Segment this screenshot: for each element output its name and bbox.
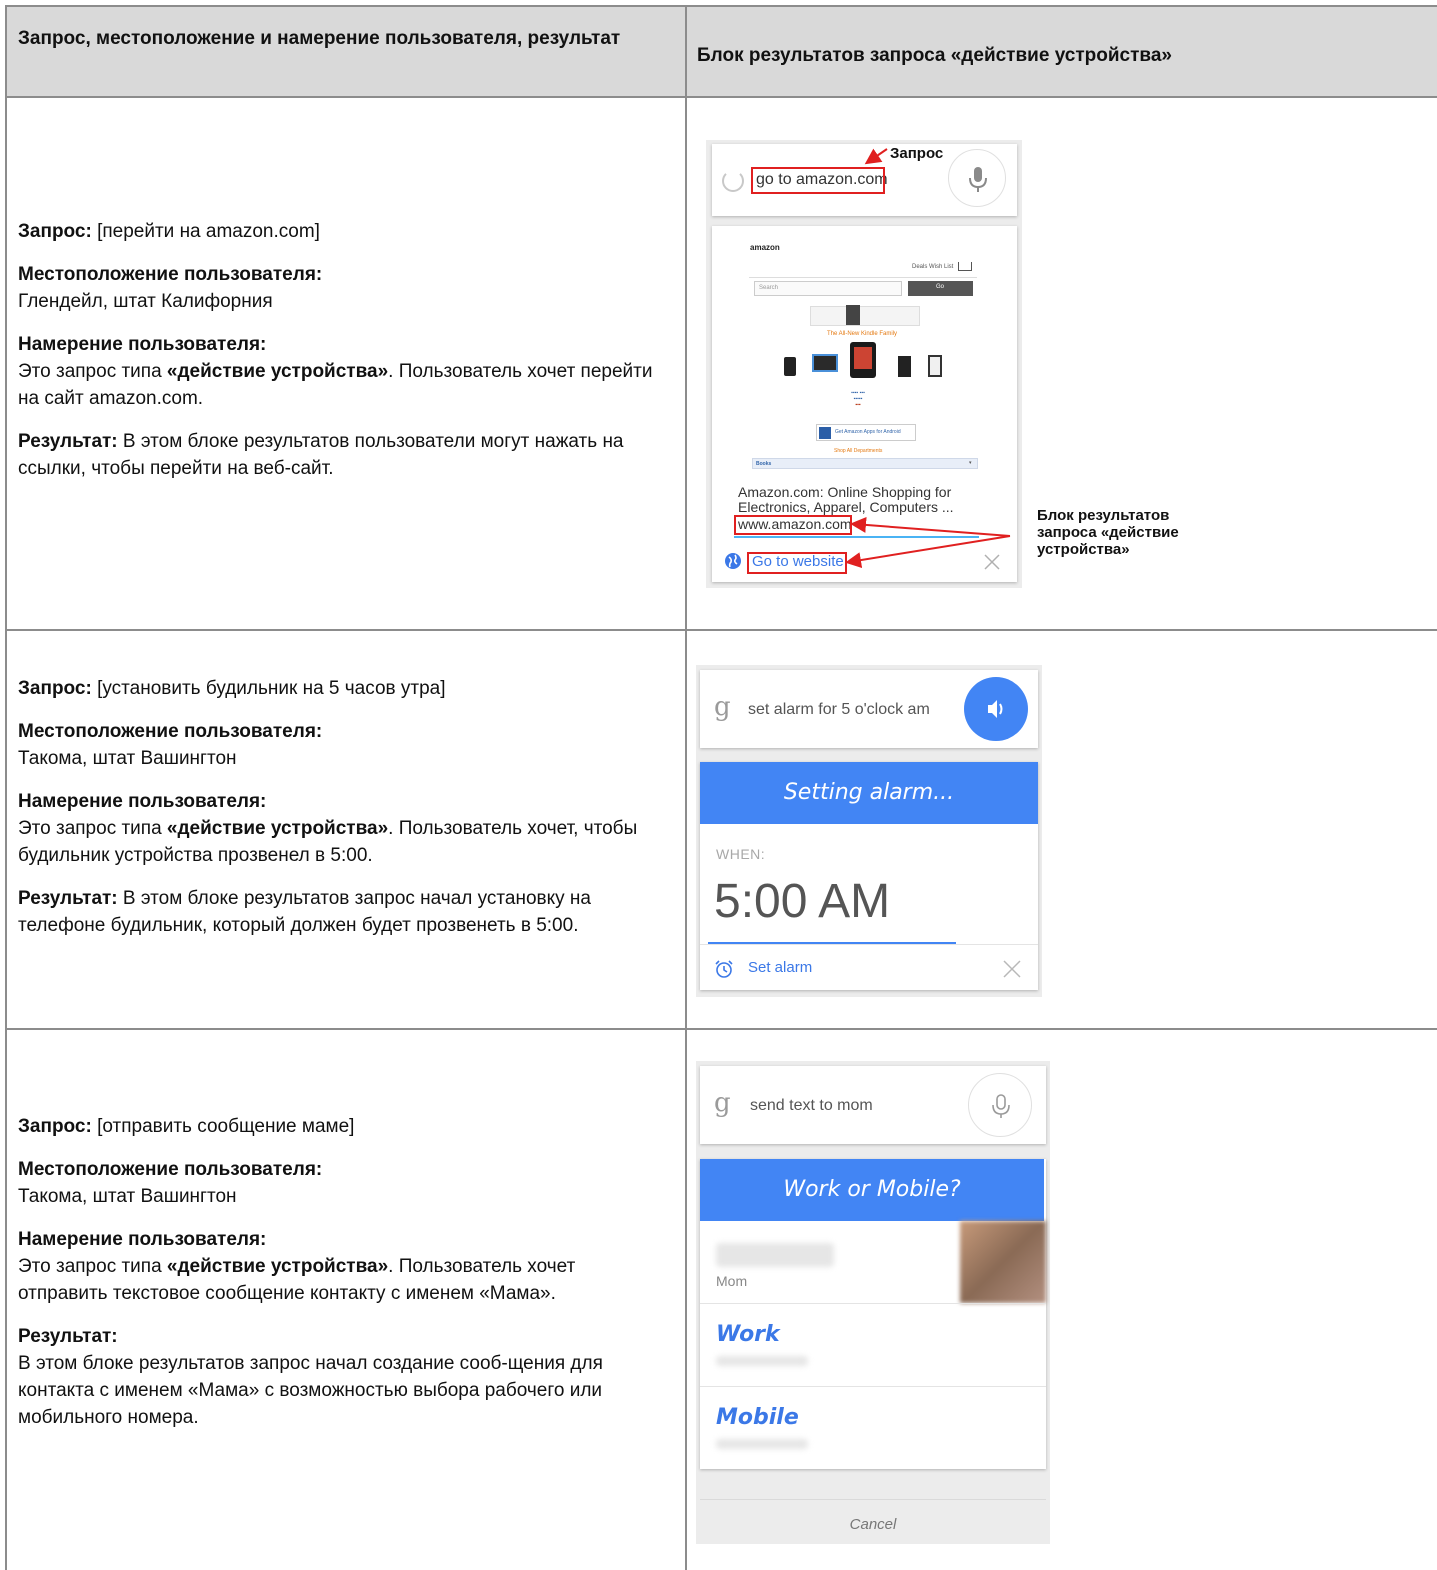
query-value: [отправить сообщение маме] [97, 1116, 355, 1137]
location-value: Глендейл, штат Калифорния [18, 291, 273, 312]
guideline-table: Запрос, местоположение и намерение польз… [0, 0, 1437, 1570]
intent-type: «действие устройства» [166, 818, 389, 839]
query-text: send text to mom [750, 1097, 873, 1114]
row1-description: Запрос: [перейти на amazon.com] Местопол… [18, 218, 668, 498]
result-label: Результат: [18, 888, 118, 909]
mobile-number-blurred [716, 1439, 808, 1449]
header-col1: Запрос, местоположение и намерение польз… [18, 28, 621, 49]
location-label: Местоположение пользователя: [18, 1159, 323, 1180]
intent-label: Намерение пользователя: [18, 791, 267, 812]
block-annotation: Блок результатов запроса «действие устро… [1037, 507, 1179, 558]
row3-description: Запрос: [отправить сообщение маме] Место… [18, 1113, 668, 1447]
row2-intent: Намерение пользователя: Это запрос типа «… [18, 788, 668, 869]
intent-text: Это запрос типа [18, 818, 167, 839]
location-value: Такома, штат Вашингтон [18, 748, 237, 769]
intent-text: Это запрос типа [18, 361, 167, 382]
column-divider [685, 5, 687, 1570]
result-label: Результат: [18, 431, 118, 452]
status-banner: Setting alarm... [700, 762, 1038, 824]
mobile-option[interactable]: Mobile [700, 1387, 1046, 1469]
row3-location: Местоположение пользователя: Такома, штат… [18, 1156, 668, 1210]
row-divider [5, 629, 1437, 631]
row2-result: Результат: В этом блоке результатов запр… [18, 885, 668, 939]
query-value: [перейти на amazon.com] [97, 221, 320, 242]
alarm-clock-icon [715, 960, 733, 978]
contact-name-blurred [716, 1243, 834, 1267]
location-label: Местоположение пользователя: [18, 721, 323, 742]
row3-intent: Намерение пользователя: Это запрос типа «… [18, 1226, 668, 1307]
intent-label: Намерение пользователя: [18, 334, 267, 355]
row2-location: Местоположение пользователя: Такома, штат… [18, 718, 668, 772]
row1-query: Запрос: [перейти на amazon.com] [18, 218, 668, 245]
google-g-icon: g [714, 1088, 731, 1118]
query-value: [установить будильник на 5 часов утра] [97, 678, 446, 699]
work-label: Work [716, 1322, 780, 1347]
row2-description: Запрос: [установить будильник на 5 часов… [18, 675, 668, 955]
work-option[interactable]: Work [700, 1304, 1046, 1386]
speaker-icon [988, 700, 1003, 718]
location-label: Местоположение пользователя: [18, 264, 323, 285]
table-top-border [5, 5, 1437, 7]
microphone-icon [992, 1094, 1010, 1118]
result-value: В этом блоке результатов запрос начал со… [18, 1353, 603, 1428]
divider [700, 1499, 1046, 1500]
work-number-blurred [716, 1356, 808, 1366]
query-label: Запрос: [18, 221, 92, 242]
intent-label: Намерение пользователя: [18, 1229, 267, 1250]
header-cell-left [7, 7, 685, 97]
search-bar: g send text to mom [700, 1066, 1046, 1144]
cancel-button[interactable]: Cancel [700, 1516, 1046, 1533]
mobile-label: Mobile [716, 1405, 799, 1430]
close-icon[interactable] [1003, 960, 1021, 978]
table-left-border [5, 5, 7, 1570]
alarm-time[interactable]: 5:00 AM [714, 874, 890, 929]
result-card: Work or Mobile? Mom Work Mobile [700, 1159, 1046, 1469]
annotation-arrows [845, 148, 1011, 568]
intent-type: «действие устройства» [166, 361, 389, 382]
row1-intent: Намерение пользователя: Это запрос типа «… [18, 331, 668, 412]
when-label: WHEN: [716, 846, 766, 862]
result-card: Setting alarm... WHEN: 5:00 AM Set alarm [700, 762, 1038, 990]
header-col2: Блок результатов запроса «действие устро… [697, 45, 1172, 66]
query-label: Запрос: [18, 1116, 92, 1137]
set-alarm-button[interactable]: Set alarm [748, 959, 812, 976]
location-value: Такома, штат Вашингтон [18, 1186, 237, 1207]
result-label: Результат: [18, 1326, 118, 1347]
header-bottom-border [5, 96, 1437, 98]
intent-type: «действие устройства» [166, 1256, 389, 1277]
mic-button[interactable] [968, 1073, 1032, 1137]
google-g-icon: g [714, 692, 731, 722]
divider [700, 944, 1038, 945]
row2-query: Запрос: [установить будильник на 5 часов… [18, 675, 668, 702]
row1-result: Результат: В этом блоке результатов поль… [18, 428, 668, 482]
avatar [960, 1221, 1046, 1303]
query-label: Запрос: [18, 678, 92, 699]
row3-query: Запрос: [отправить сообщение маме] [18, 1113, 668, 1140]
query-text: set alarm for 5 o'clock am [748, 701, 930, 718]
speaker-button[interactable] [964, 677, 1028, 741]
status-banner: Work or Mobile? [700, 1159, 1044, 1221]
contact-relation: Mom [716, 1273, 748, 1289]
intent-text: Это запрос типа [18, 1256, 167, 1277]
search-bar: g set alarm for 5 o'clock am [700, 670, 1038, 748]
row-divider [5, 1028, 1437, 1030]
row3-result: Результат: В этом блоке результатов запро… [18, 1323, 668, 1431]
row1-location: Местоположение пользователя: Глендейл, шт… [18, 261, 668, 315]
